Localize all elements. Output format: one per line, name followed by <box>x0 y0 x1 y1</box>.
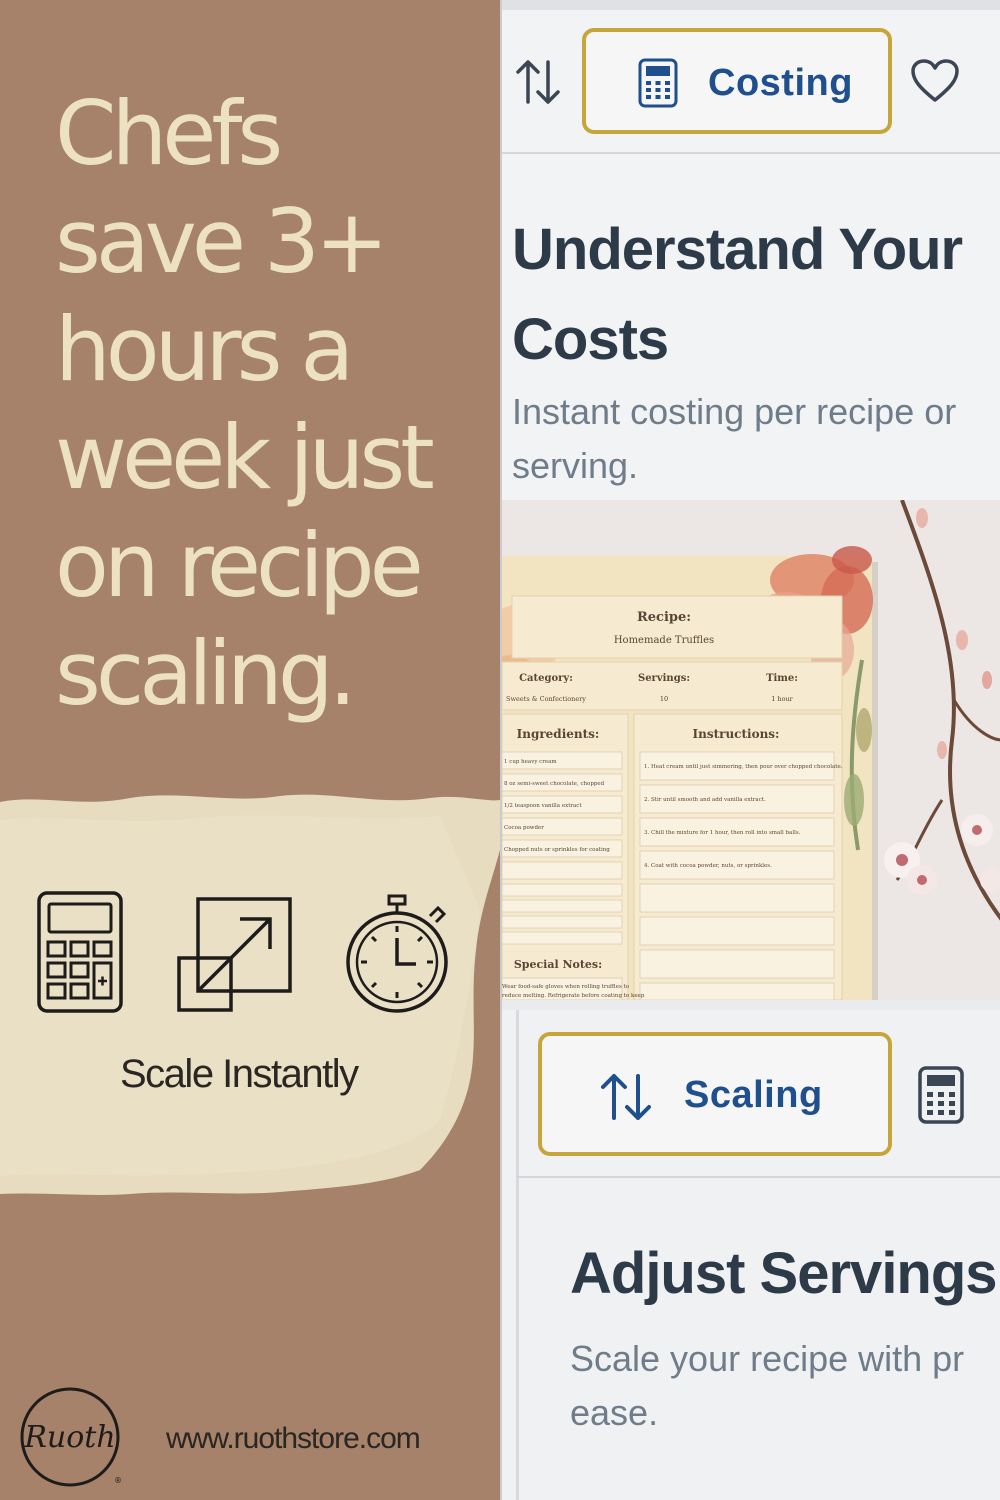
headline: Chefs save 3+ hours a week just on recip… <box>55 80 485 728</box>
notes-line: reduce melting. Refrigerate before coati… <box>502 993 645 999</box>
instruction-item: 3. Chill the mixture for 1 hour, then ro… <box>644 830 801 836</box>
stopwatch-icon <box>346 894 448 1013</box>
ingredient-item: Chopped nuts or sprinkles for coating <box>504 847 610 853</box>
ingredient-item: Cocoa powder <box>504 825 544 831</box>
scaling-subtitle: Scale your recipe with pr ease. <box>570 1332 964 1440</box>
recipe-name: Homemade Truffles <box>614 635 714 646</box>
sort-arrows-icon <box>601 1074 651 1120</box>
tab-scaling[interactable]: Scaling <box>538 1032 892 1156</box>
tab-divider <box>516 1176 1000 1178</box>
scaling-subtitle-line: Scale your recipe with pr <box>570 1338 965 1379</box>
svg-text:®: ® <box>114 1476 122 1485</box>
ingredient-item: 1/2 teaspoon vanilla extract <box>504 803 582 809</box>
time-label: Time: <box>766 673 798 684</box>
instructions-label: Instructions: <box>692 727 779 741</box>
instruction-item: 4. Coat with cocoa powder, nuts, or spri… <box>644 863 772 869</box>
resize-arrow-icon <box>177 897 292 1012</box>
top-divider <box>502 0 1000 10</box>
sort-arrows-icon[interactable] <box>514 56 562 108</box>
headline-line: save 3+ <box>55 190 389 293</box>
costing-card: Costing Understand Your Costs Instant co… <box>502 0 1000 500</box>
recipe-card-image: Recipe: Homemade Truffles Category: Swee… <box>502 500 1000 1000</box>
headline-line: Chefs <box>55 82 283 185</box>
ingredients-label: Ingredients: <box>517 727 600 741</box>
headline-line: hours a <box>55 298 354 401</box>
costing-subtitle-line: Instant costing per recipe or <box>512 391 957 432</box>
tab-divider <box>502 152 1000 154</box>
ingredient-item: 8 oz semi-sweet chocolate, chopped <box>504 781 605 787</box>
website-link[interactable]: www.ruothstore.com <box>166 1422 421 1456</box>
notes-label: Special Notes: <box>514 958 602 971</box>
costing-title-line: Understand Your <box>512 217 963 282</box>
app-preview-panel: Costing Understand Your Costs Instant co… <box>500 0 1000 1500</box>
costing-subtitle: Instant costing per recipe or serving. <box>512 385 956 493</box>
tab-scaling-label: Scaling <box>684 1074 823 1116</box>
headline-line: week just <box>55 406 435 509</box>
category-label: Category: <box>519 673 573 684</box>
servings-label: Servings: <box>638 673 690 684</box>
card-edge <box>516 1010 519 1500</box>
recipe-heading: Recipe: <box>637 610 691 625</box>
scaling-title: Adjust Servings <box>570 1241 998 1306</box>
costing-title-line: Costs <box>512 307 669 372</box>
instruction-item: 2. Stir until smooth and add vanilla ext… <box>644 797 766 803</box>
calculator-icon <box>638 58 678 108</box>
costing-title: Understand Your Costs <box>512 205 1000 385</box>
notes-line: Wear food-safe gloves when rolling truff… <box>502 984 630 990</box>
headline-line: scaling. <box>55 622 357 725</box>
feature-label: Scale Instantly <box>120 1052 359 1096</box>
costing-subtitle-line: serving. <box>512 445 639 486</box>
tab-costing-label: Costing <box>708 62 853 104</box>
time-value: 1 hour <box>771 695 793 703</box>
headline-line: on recipe <box>55 514 424 617</box>
ingredient-item: 1 cup heavy cream <box>504 759 557 765</box>
promo-panel: Chefs save 3+ hours a week just on recip… <box>0 0 500 1500</box>
recipe-card-photo: Recipe: Homemade Truffles Category: Swee… <box>502 500 1000 1000</box>
instruction-item: 1. Heat cream until just simmering, then… <box>644 764 843 770</box>
tab-costing[interactable]: Costing <box>582 28 892 134</box>
scaling-subtitle-line: ease. <box>570 1392 659 1433</box>
ruoth-logo[interactable]: Ruoth ® <box>18 1385 122 1489</box>
calculator-icon[interactable] <box>918 1066 964 1124</box>
category-value: Sweets & Confectionery <box>506 695 586 703</box>
calculator-icon <box>37 891 123 1013</box>
heart-icon[interactable] <box>910 58 960 104</box>
feature-icons <box>0 890 500 1020</box>
servings-value: 10 <box>660 695 668 703</box>
svg-text:Ruoth: Ruoth <box>23 1420 115 1455</box>
